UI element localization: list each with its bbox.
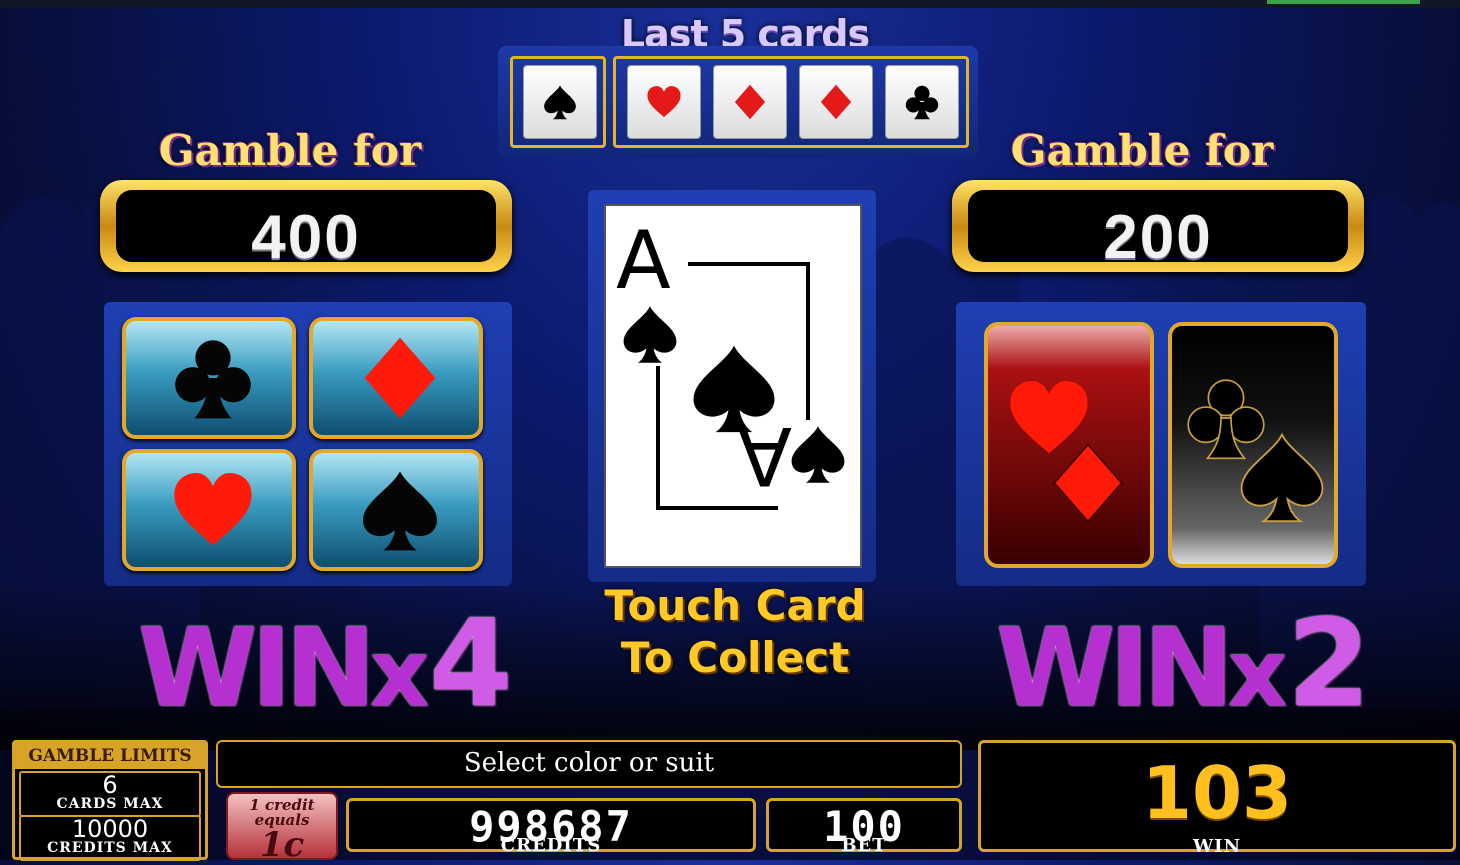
suit-gamble-amount: 400	[251, 203, 361, 272]
suit-gamble-title: Gamble for	[158, 126, 422, 175]
heart-button[interactable]	[122, 449, 296, 571]
gamble-limits-title: GAMBLE LIMITS	[15, 743, 205, 769]
black-button[interactable]	[1168, 322, 1338, 568]
diamond-icon	[1053, 443, 1123, 523]
heart-icon	[647, 86, 681, 118]
bet-label: BET	[841, 835, 887, 856]
top-bar	[0, 0, 1460, 8]
color-gamble-amount: 200	[1103, 203, 1213, 272]
denomination-button[interactable]: 1 credit equals 1c	[226, 792, 338, 865]
spade-icon	[1240, 433, 1324, 523]
history-card-diamond	[800, 66, 872, 138]
credits-max-label: CREDITS MAX	[47, 840, 173, 856]
face-down-card[interactable]: A A	[604, 204, 862, 568]
win-label: WIN	[1192, 836, 1242, 857]
svg-text:A: A	[737, 409, 792, 502]
history-card-heart	[628, 66, 700, 138]
cards-max-box: 6 CARDS MAX	[19, 771, 201, 817]
club-button[interactable]	[122, 317, 296, 439]
spade-button[interactable]	[309, 449, 483, 571]
credits-max-box: 10000 CREDITS MAX	[19, 815, 201, 861]
diamond-button[interactable]	[309, 317, 483, 439]
credits-label: CREDITS	[500, 835, 602, 856]
history-card-club	[886, 66, 958, 138]
history-card-diamond	[714, 66, 786, 138]
win-value: 103	[1141, 751, 1293, 835]
suit-multiplier: WINx4	[138, 595, 513, 734]
denomination-value: 1c	[259, 825, 305, 865]
color-gamble-title: Gamble for	[1010, 126, 1274, 175]
club-icon	[905, 85, 939, 120]
cards-max-label: CARDS MAX	[56, 796, 164, 812]
club-icon	[175, 340, 251, 419]
collect-prompt: Touch Card To Collect	[604, 581, 866, 682]
suit-gamble-amount-frame: 400	[100, 180, 512, 272]
cards-max-value: 6	[102, 771, 118, 799]
svg-text:A: A	[616, 214, 671, 307]
credits-meter: 998687 CREDITS	[346, 798, 756, 856]
diamond-icon	[820, 84, 852, 120]
gamble-limits: GAMBLE LIMITS 6 CARDS MAX 10000 CREDITS …	[12, 740, 208, 861]
bet-meter: 100 BET	[766, 798, 962, 856]
spade-icon	[544, 85, 576, 120]
status-message: Select color or suit	[216, 740, 962, 788]
heart-icon	[174, 473, 252, 546]
spade-icon	[363, 471, 437, 551]
diamond-icon	[734, 84, 766, 120]
win-meter: 103 WIN	[978, 740, 1456, 857]
color-multiplier: WINx2	[996, 595, 1371, 734]
diamond-icon	[364, 337, 436, 419]
red-button[interactable]	[984, 322, 1154, 568]
credits-max-value: 10000	[71, 815, 149, 843]
ace-of-spades-icon: A A	[616, 214, 845, 510]
history-card-spade	[524, 66, 596, 138]
color-gamble-amount-frame: 200	[952, 180, 1364, 272]
progress-indicator	[1267, 0, 1420, 4]
